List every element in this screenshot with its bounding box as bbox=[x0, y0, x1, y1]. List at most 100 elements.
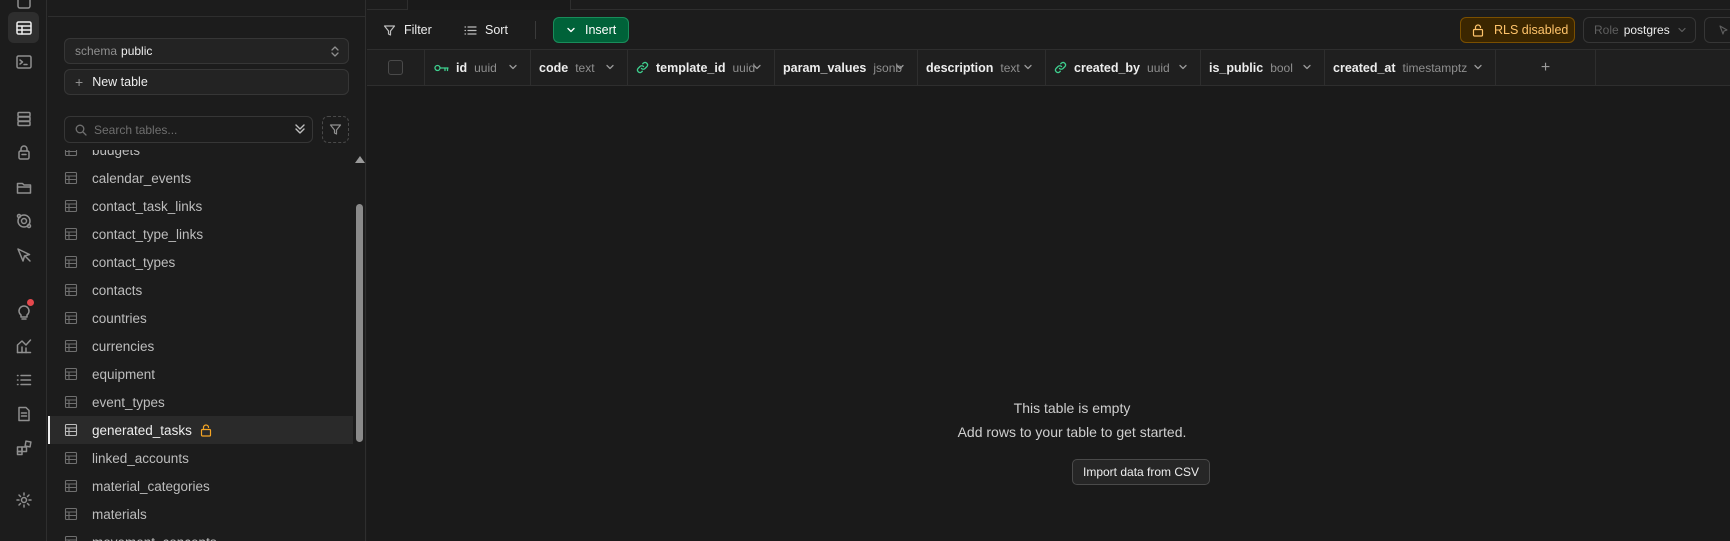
column-header-created-at[interactable]: created_at timestamptz bbox=[1325, 50, 1496, 85]
api-docs-icon[interactable] bbox=[8, 398, 39, 429]
reports-icon[interactable] bbox=[8, 330, 39, 361]
sidebar-table-item[interactable]: equipment bbox=[48, 360, 353, 388]
table-icon bbox=[64, 451, 78, 465]
grid-toolbar: Filter Sort Insert RLS disabled Role pos… bbox=[367, 10, 1730, 50]
column-header-template-id[interactable]: template_id uuid bbox=[628, 50, 775, 85]
chevron-down-icon[interactable] bbox=[752, 62, 762, 72]
sidebar-table-item[interactable]: currencies bbox=[48, 332, 353, 360]
table-icon bbox=[64, 395, 78, 409]
chevron-up-down-icon bbox=[331, 46, 339, 57]
column-header-code[interactable]: code text bbox=[531, 50, 628, 85]
filter-icon bbox=[383, 24, 396, 36]
insert-button[interactable]: Insert bbox=[553, 17, 629, 43]
column-type: bool bbox=[1270, 60, 1293, 75]
sort-button[interactable]: Sort bbox=[464, 18, 508, 42]
sidebar-table-item[interactable]: generated_tasks bbox=[48, 416, 353, 444]
import-csv-button[interactable]: Import data from CSV bbox=[1072, 459, 1211, 485]
table-list-inner: budgets calendar_events contact_task_links… bbox=[48, 150, 353, 541]
sidebar-table-item[interactable]: contact_task_links bbox=[48, 192, 353, 220]
sort-label: Sort bbox=[485, 23, 508, 37]
sidebar-table-item[interactable]: movement_concepts bbox=[48, 528, 353, 541]
filter-button[interactable]: Filter bbox=[383, 18, 432, 42]
scroll-up-arrow-icon[interactable] bbox=[355, 156, 365, 163]
search-icon bbox=[75, 124, 87, 136]
sidebar-table-name: event_types bbox=[92, 394, 165, 410]
column-name: id bbox=[456, 60, 468, 75]
chevron-down-icon bbox=[1678, 27, 1686, 33]
sidebar-table-name: materials bbox=[92, 506, 147, 522]
chevron-down-icon[interactable] bbox=[1023, 62, 1033, 72]
chevron-down-icon[interactable] bbox=[1473, 62, 1483, 72]
sidebar-table-item[interactable]: event_types bbox=[48, 388, 353, 416]
column-header-param-values[interactable]: param_values jsonb bbox=[775, 50, 918, 85]
column-type: timestamptz bbox=[1402, 60, 1468, 75]
primary-key-icon bbox=[434, 63, 449, 73]
column-header-id[interactable]: id uuid bbox=[426, 50, 531, 85]
sidebar-table-name: contact_task_links bbox=[92, 198, 203, 214]
filter-label: Filter bbox=[404, 23, 432, 37]
settings-icon[interactable] bbox=[8, 484, 39, 515]
chevron-down-icon bbox=[567, 27, 575, 33]
search-input[interactable] bbox=[94, 122, 284, 137]
chevron-down-icon[interactable] bbox=[605, 62, 615, 72]
sidebar-table-item[interactable]: contacts bbox=[48, 276, 353, 304]
table-icon bbox=[64, 171, 78, 185]
select-all-checkbox[interactable] bbox=[388, 60, 403, 75]
sidebar-scrollbar[interactable] bbox=[353, 150, 366, 541]
table-icon bbox=[64, 255, 78, 269]
filter-tables-button[interactable] bbox=[322, 116, 349, 143]
role-value: postgres bbox=[1623, 23, 1670, 37]
chevrons-down-icon[interactable] bbox=[294, 122, 306, 136]
new-table-label: New table bbox=[92, 75, 148, 89]
column-header-created-by[interactable]: created_by uuid bbox=[1046, 50, 1201, 85]
integrations-icon[interactable] bbox=[8, 432, 39, 463]
sidebar-table-item[interactable]: linked_accounts bbox=[48, 444, 353, 472]
sql-editor-icon[interactable] bbox=[8, 46, 39, 77]
tab-generated-tasks[interactable] bbox=[407, 0, 571, 10]
sidebar-table-item[interactable]: budgets bbox=[48, 150, 353, 164]
sidebar-table-item[interactable]: material_categories bbox=[48, 472, 353, 500]
scrollbar-thumb[interactable] bbox=[356, 204, 363, 442]
cursor-icon bbox=[1719, 25, 1728, 35]
sidebar-table-name: calendar_events bbox=[92, 170, 192, 186]
empty-title: This table is empty bbox=[1013, 400, 1131, 416]
sidebar-table-item[interactable]: contact_type_links bbox=[48, 220, 353, 248]
schema-selector[interactable]: schema public bbox=[64, 38, 349, 64]
sidebar-table-name: equipment bbox=[92, 366, 156, 382]
chevron-down-icon[interactable] bbox=[895, 62, 905, 72]
pointer-mode-button[interactable] bbox=[1704, 17, 1730, 43]
sidebar-divider bbox=[48, 16, 366, 17]
chevron-down-icon[interactable] bbox=[1178, 62, 1188, 72]
sidebar-table-item[interactable]: calendar_events bbox=[48, 164, 353, 192]
sidebar-table-item[interactable]: contact_types bbox=[48, 248, 353, 276]
database-icon[interactable] bbox=[8, 103, 39, 134]
notification-dot bbox=[27, 299, 34, 306]
column-header-is-public[interactable]: is_public bool bbox=[1201, 50, 1325, 85]
new-table-button[interactable]: + New table bbox=[64, 69, 349, 95]
table-editor-icon[interactable] bbox=[8, 12, 39, 43]
sidebar-table-item[interactable]: countries bbox=[48, 304, 353, 332]
table-icon bbox=[64, 227, 78, 241]
sidebar-table-item[interactable]: materials bbox=[48, 500, 353, 528]
edge-functions-icon[interactable] bbox=[8, 205, 39, 236]
column-type: text bbox=[1000, 60, 1020, 75]
advisors-icon[interactable] bbox=[8, 296, 39, 327]
schema-value: public bbox=[121, 44, 153, 58]
add-column-button[interactable]: + bbox=[1496, 50, 1596, 85]
plus-icon: + bbox=[75, 74, 84, 90]
rls-label: RLS disabled bbox=[1494, 23, 1569, 37]
column-name: created_by bbox=[1074, 60, 1141, 75]
rls-disabled-button[interactable]: RLS disabled bbox=[1460, 17, 1575, 43]
realtime-icon[interactable] bbox=[8, 239, 39, 270]
table-search bbox=[64, 116, 313, 143]
storage-icon[interactable] bbox=[8, 171, 39, 202]
chevron-down-icon[interactable] bbox=[1302, 62, 1312, 72]
logs-icon[interactable] bbox=[8, 364, 39, 395]
table-list: budgets calendar_events contact_task_links… bbox=[48, 150, 353, 541]
table-icon bbox=[64, 311, 78, 325]
role-selector[interactable]: Role postgres bbox=[1583, 17, 1696, 43]
auth-icon[interactable] bbox=[8, 137, 39, 168]
chevron-down-icon[interactable] bbox=[508, 62, 518, 72]
column-header-description[interactable]: description text bbox=[918, 50, 1046, 85]
sidebar-table-name: contacts bbox=[92, 282, 143, 298]
